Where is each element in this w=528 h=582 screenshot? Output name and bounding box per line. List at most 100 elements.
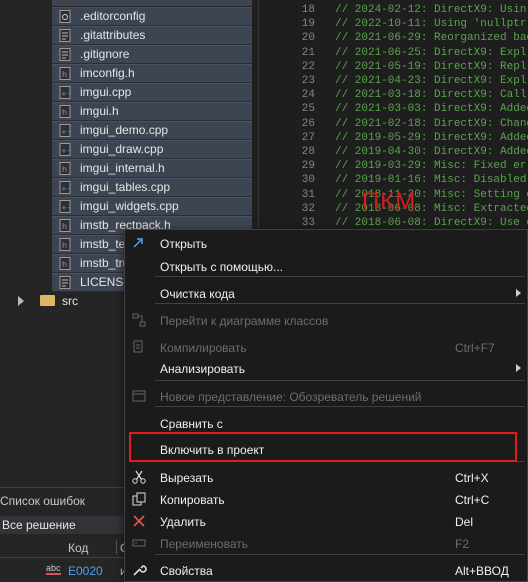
column-divider[interactable] bbox=[116, 540, 117, 554]
menu-item-label: Перейти к диаграмме классов bbox=[160, 314, 329, 328]
line-number: 26 bbox=[301, 117, 315, 130]
code-line: 20 // 2021-06-29: Reorganized bac bbox=[275, 32, 528, 46]
menu-item-8[interactable]: Сравнить с bbox=[125, 412, 528, 434]
line-number: 29 bbox=[301, 160, 315, 173]
file-row[interactable]: ++ imgui_draw.cpp bbox=[0, 140, 252, 159]
svg-text:h: h bbox=[62, 241, 67, 250]
code-comment: // 2021-06-25: DirectX9: Expl bbox=[335, 46, 527, 59]
file-row[interactable]: h imgui.h bbox=[0, 102, 252, 121]
menu-item-label: Сравнить с bbox=[160, 417, 223, 431]
error-code-link[interactable]: E0020 bbox=[68, 564, 103, 578]
menu-item-2[interactable]: Открыть с помощью... bbox=[125, 255, 528, 277]
svg-text:h: h bbox=[62, 165, 67, 174]
menu-item-5[interactable]: Компилировать Ctrl+F7 bbox=[125, 336, 528, 358]
svg-text:h: h bbox=[62, 260, 67, 269]
menu-item-label: Новое представление: Обозреватель решени… bbox=[160, 390, 422, 404]
wrench-icon bbox=[131, 562, 147, 578]
rename-icon bbox=[131, 535, 147, 551]
code-comment: // 2021-04-23: DirectX9: Expl bbox=[335, 75, 527, 87]
file-row[interactable]: ++ imgui.cpp bbox=[0, 83, 252, 102]
svg-text:++: ++ bbox=[61, 204, 71, 212]
config-file-icon bbox=[59, 10, 71, 23]
copy-icon bbox=[131, 491, 147, 507]
code-comment: // 2019-04-30: DirectX9: Added bbox=[335, 146, 528, 158]
menu-item-label: Вырезать bbox=[160, 471, 214, 485]
header-file-icon: h bbox=[59, 238, 71, 251]
src-folder-label: src bbox=[62, 294, 78, 308]
file-row[interactable]: .gitignore bbox=[0, 45, 252, 64]
code-line: 28 // 2019-04-30: DirectX9: Added bbox=[275, 146, 528, 160]
menu-item-12[interactable]: Удалить Del bbox=[125, 510, 528, 532]
code-line: 22 // 2021-05-19: DirectX9: Repl bbox=[275, 61, 527, 75]
line-number: 19 bbox=[301, 18, 315, 31]
menu-item-shortcut: Ctrl+C bbox=[455, 493, 490, 507]
code-comment: // 2024-02-12: DirectX9: Usin bbox=[335, 4, 527, 16]
line-number: 24 bbox=[301, 89, 315, 102]
header-file-icon: h bbox=[59, 257, 71, 270]
svg-text:h: h bbox=[62, 70, 67, 79]
menu-item-label: Очистка кода bbox=[160, 287, 235, 301]
svg-text:++: ++ bbox=[61, 90, 71, 98]
menu-item-7[interactable]: Новое представление: Обозреватель решени… bbox=[125, 385, 528, 407]
code-comment: // 2021-02-18: DirectX9: Chang bbox=[335, 117, 528, 130]
line-number: 21 bbox=[301, 46, 315, 59]
error-list-title[interactable]: Список ошибок bbox=[0, 494, 85, 508]
svg-text:h: h bbox=[62, 108, 67, 117]
menu-item-shortcut: Ctrl+X bbox=[455, 471, 489, 485]
file-row[interactable]: ++ imgui_widgets.cpp bbox=[0, 197, 252, 216]
code-comment: // 2018-11-30: Misc: Setting c bbox=[335, 188, 528, 201]
header-file-icon: h bbox=[59, 105, 71, 118]
header-file-icon: h bbox=[59, 67, 71, 80]
menu-item-label: Удалить bbox=[160, 515, 206, 529]
folder-row-misc[interactable]: misc bbox=[0, 0, 252, 6]
file-name: imgui.h bbox=[80, 104, 119, 118]
menu-item-label: Анализировать bbox=[160, 362, 245, 376]
line-number: 20 bbox=[301, 32, 315, 45]
line-number: 31 bbox=[301, 188, 315, 201]
file-name: imconfig.h bbox=[80, 66, 135, 80]
menu-item-13[interactable]: Переименовать F2 bbox=[125, 532, 528, 554]
menu-item-1[interactable]: Открыть bbox=[125, 232, 528, 254]
file-row[interactable]: h imconfig.h bbox=[0, 64, 252, 83]
code-comment: // 2018-06-08: DirectX9: Use c bbox=[335, 217, 528, 229]
code-comment: // 2021-03-18: DirectX9: Call bbox=[335, 89, 527, 102]
menu-item-shortcut: F2 bbox=[455, 537, 470, 551]
menu-item-label: Свойства bbox=[160, 564, 213, 578]
scope-label: Все решение bbox=[2, 518, 76, 532]
code-line: 18 // 2024-02-12: DirectX9: Usin bbox=[275, 4, 527, 18]
menu-item-10[interactable]: Вырезать Ctrl+X bbox=[125, 466, 528, 488]
menu-item-6[interactable]: Анализировать bbox=[125, 357, 528, 379]
file-row[interactable]: ++ imgui_demo.cpp bbox=[0, 121, 252, 140]
code-comment: // 2018-06-08: Misc: Extracted bbox=[335, 202, 528, 215]
menu-item-14[interactable]: Свойства Alt+ВВОД bbox=[125, 559, 528, 581]
file-row[interactable]: .editorconfig bbox=[0, 7, 252, 26]
class-diagram-icon bbox=[131, 312, 147, 328]
file-row[interactable]: h imgui_internal.h bbox=[0, 159, 252, 178]
file-row[interactable]: ++ imgui_tables.cpp bbox=[0, 178, 252, 197]
submenu-arrow-icon bbox=[516, 364, 521, 372]
line-number: 30 bbox=[301, 174, 315, 187]
code-comment: // 2022-10-11: Using 'nullptr bbox=[335, 18, 527, 31]
expand-arrow-icon[interactable] bbox=[18, 296, 24, 306]
folder-icon bbox=[40, 295, 55, 306]
header-file-icon: h bbox=[59, 219, 71, 232]
column-code[interactable]: Код bbox=[68, 541, 88, 555]
file-row[interactable]: .gitattributes bbox=[0, 26, 252, 45]
file-name: imgui_widgets.cpp bbox=[80, 199, 179, 213]
file-name: imgui.cpp bbox=[80, 85, 132, 99]
code-line: 29 // 2019-03-29: Misc: Fixed er bbox=[275, 160, 527, 174]
line-number: 33 bbox=[301, 217, 315, 229]
line-number: 27 bbox=[301, 131, 315, 144]
file-name: imgui_tables.cpp bbox=[80, 180, 171, 194]
menu-item-11[interactable]: Копировать Ctrl+C bbox=[125, 488, 528, 510]
menu-item-3[interactable]: Очистка кода bbox=[125, 282, 528, 304]
spelling-error-icon: abc bbox=[46, 563, 61, 575]
menu-separator bbox=[155, 554, 525, 555]
svg-text:++: ++ bbox=[61, 128, 71, 136]
menu-item-label: Компилировать bbox=[160, 341, 247, 355]
file-name: .gitattributes bbox=[80, 28, 146, 42]
menu-item-label: Открыть с помощью... bbox=[160, 260, 284, 274]
menu-item-4[interactable]: Перейти к диаграмме классов bbox=[125, 309, 528, 331]
misc-folder-label: misc bbox=[80, 0, 105, 3]
code-line: 27 // 2019-05-29: DirectX9: Added bbox=[275, 132, 528, 146]
